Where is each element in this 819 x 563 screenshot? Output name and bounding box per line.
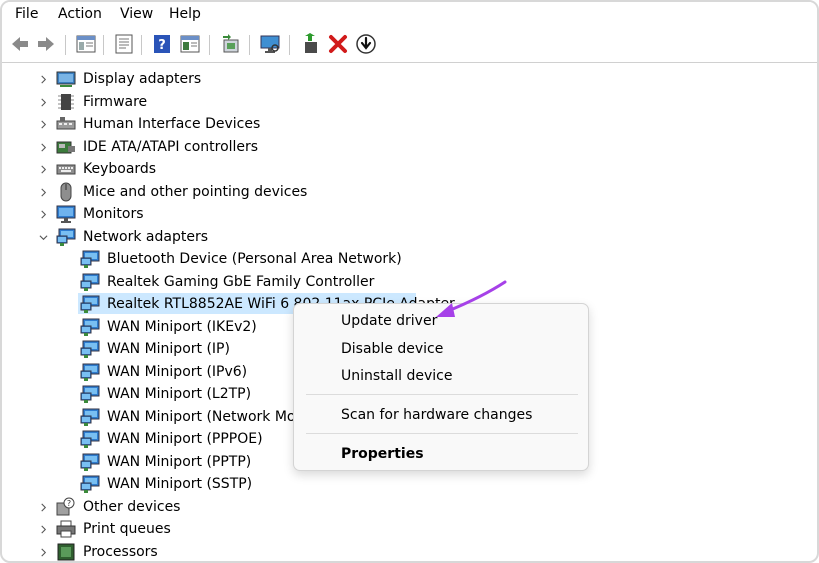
scan-hardware-icon[interactable] [258,32,282,56]
enable-device-icon[interactable] [298,32,322,56]
menu-separator [306,394,578,395]
firmware-chip-icon [56,92,76,112]
tree-item-network-child[interactable]: Realtek Gaming GbE Family Controller [107,272,374,292]
show-hide-icon[interactable] [178,32,202,56]
disable-down-arrow-icon[interactable] [354,32,378,56]
help-icon[interactable]: ? [150,32,174,56]
tree-item-network-child[interactable]: WAN Miniport (IPv6) [107,362,247,382]
network-adapter-icon [80,317,100,337]
toolbar-separator [209,35,210,55]
hid-keyboard-icon [56,114,76,134]
context-scan-hardware[interactable]: Scan for hardware changes [341,407,532,423]
tree-item-processors[interactable]: Processors [83,542,158,561]
network-adapter-icon [80,452,100,472]
tree-item-other-devices[interactable]: Other devices [83,497,180,517]
chevron-right-icon[interactable] [38,164,48,174]
device-manager-window: File Action View Help ? Display adapters… [0,0,819,563]
tree-item-network-child[interactable]: WAN Miniport (PPPOE) [107,429,263,449]
context-menu: Update driver Disable device Uninstall d… [293,303,589,471]
network-adapter-icon [80,339,100,359]
ide-controller-icon [56,137,76,157]
network-adapter-icon [80,272,100,292]
console-tree-icon[interactable] [74,32,98,56]
network-adapter-icon [80,429,100,449]
menu-file[interactable]: File [15,6,38,22]
menu-view[interactable]: View [120,6,153,22]
network-adapter-icon [80,294,100,314]
keyboard-icon [56,159,76,179]
uninstall-x-icon[interactable] [326,32,350,56]
context-disable-device[interactable]: Disable device [341,341,443,357]
toolbar-separator [65,35,66,55]
tree-item-display-adapters[interactable]: Display adapters [83,69,201,89]
context-uninstall-device[interactable]: Uninstall device [341,368,452,384]
tree-item-ide-controllers[interactable]: IDE ATA/ATAPI controllers [83,137,258,157]
network-adapter-icon [80,384,100,404]
monitor-icon [56,204,76,224]
tree-item-print-queues[interactable]: Print queues [83,519,171,539]
chevron-right-icon[interactable] [38,502,48,512]
toolbar-separator [141,35,142,55]
svg-text:?: ? [67,499,71,508]
toolbar-divider [2,62,817,63]
properties-icon[interactable] [112,32,136,56]
network-adapter-icon [56,227,76,247]
menu-help[interactable]: Help [169,6,201,22]
toolbar-separator [289,35,290,55]
toolbar-separator [103,35,104,55]
tree-item-network-adapters[interactable]: Network adapters [83,227,208,247]
tree-item-network-child[interactable]: Bluetooth Device (Personal Area Network) [107,249,402,269]
mouse-icon [56,182,76,202]
chevron-down-icon[interactable] [38,232,48,242]
chevron-right-icon[interactable] [38,142,48,152]
network-adapter-icon [80,474,100,494]
tree-item-mice[interactable]: Mice and other pointing devices [83,182,307,202]
chevron-right-icon[interactable] [38,97,48,107]
context-properties[interactable]: Properties [341,446,424,462]
network-adapter-icon [80,407,100,427]
tree-item-network-child[interactable]: WAN Miniport (L2TP) [107,384,251,404]
back-arrow-icon[interactable] [8,32,32,56]
chevron-right-icon[interactable] [38,119,48,129]
display-adapter-icon [56,69,76,89]
chevron-right-icon[interactable] [38,209,48,219]
forward-arrow-icon[interactable] [34,32,58,56]
network-adapter-icon [80,362,100,382]
chevron-right-icon[interactable] [38,524,48,534]
network-adapter-icon [80,249,100,269]
tree-item-keyboards[interactable]: Keyboards [83,159,156,179]
tree-item-network-child[interactable]: WAN Miniport (IKEv2) [107,317,257,337]
update-driver-icon[interactable] [218,32,242,56]
tree-item-network-child[interactable]: WAN Miniport (PPTP) [107,452,251,472]
processor-icon [56,542,76,561]
tree-item-monitors[interactable]: Monitors [83,204,144,224]
tree-item-network-child[interactable]: WAN Miniport (IP) [107,339,230,359]
toolbar: ? [2,29,817,61]
chevron-right-icon[interactable] [38,74,48,84]
tree-item-firmware[interactable]: Firmware [83,92,147,112]
printer-icon [56,519,76,539]
chevron-right-icon[interactable] [38,547,48,557]
annotation-arrow-icon [436,280,507,317]
svg-text:?: ? [158,38,166,53]
toolbar-separator [249,35,250,55]
chevron-right-icon[interactable] [38,187,48,197]
menu-bar: File Action View Help [2,2,817,28]
tree-item-human-interface-devices[interactable]: Human Interface Devices [83,114,260,134]
tree-item-network-child[interactable]: WAN Miniport (SSTP) [107,474,252,494]
menu-separator [306,433,578,434]
menu-action[interactable]: Action [58,6,102,22]
unknown-device-icon: ? [56,497,76,517]
